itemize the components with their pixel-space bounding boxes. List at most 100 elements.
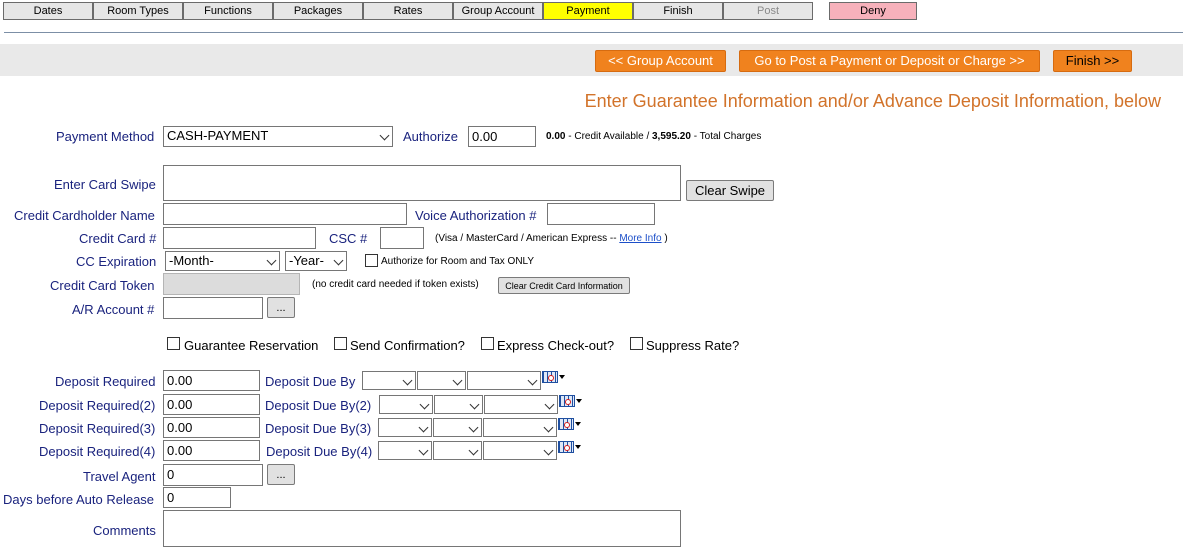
voice-authorization-input[interactable] bbox=[547, 203, 655, 225]
total-charges-value: 3,595.20 bbox=[652, 131, 691, 142]
deposit-required-3-input[interactable]: 0.00 bbox=[163, 417, 260, 438]
expiration-year-select[interactable]: -Year- bbox=[285, 251, 347, 271]
tab-group-account[interactable]: Group Account bbox=[453, 2, 543, 20]
guarantee-reservation-label: Guarantee Reservation bbox=[184, 338, 319, 353]
deposit-due-3-day-select[interactable] bbox=[433, 418, 482, 437]
auto-release-input[interactable]: 0 bbox=[163, 487, 231, 508]
travel-agent-lookup-button[interactable]: ... bbox=[267, 464, 295, 485]
authorize-room-tax-checkbox[interactable] bbox=[365, 254, 378, 267]
back-group-account-button[interactable]: << Group Account bbox=[595, 50, 726, 72]
deposit-due-4-day-select[interactable] bbox=[433, 441, 482, 460]
chevron-down-icon bbox=[418, 445, 429, 456]
chevron-down-icon bbox=[266, 255, 277, 266]
credit-available-text: - Credit Available / bbox=[568, 131, 650, 142]
credit-available-value: 0.00 bbox=[546, 131, 566, 142]
card-token-label: Credit Card Token bbox=[50, 278, 155, 293]
deposit-due-day-select[interactable] bbox=[417, 371, 466, 390]
deposit-required-4-input[interactable]: 0.00 bbox=[163, 440, 260, 461]
clear-swipe-button[interactable]: Clear Swipe bbox=[686, 180, 774, 201]
deposit-required-3-label: Deposit Required(3) bbox=[39, 421, 156, 436]
more-info-link[interactable]: More Info bbox=[619, 233, 661, 244]
send-confirmation-checkbox[interactable] bbox=[334, 337, 347, 350]
travel-agent-input[interactable]: 0 bbox=[163, 464, 263, 486]
clear-card-info-button[interactable]: Clear Credit Card Information bbox=[498, 277, 630, 294]
tab-packages[interactable]: Packages bbox=[273, 2, 363, 20]
finish-button[interactable]: Finish >> bbox=[1053, 50, 1132, 72]
card-swipe-textarea[interactable] bbox=[163, 165, 681, 201]
authorize-room-tax-label: Authorize for Room and Tax ONLY bbox=[381, 256, 535, 267]
total-charges-text: - Total Charges bbox=[693, 131, 762, 142]
token-note: (no credit card needed if token exists) bbox=[312, 279, 479, 290]
calendar-icon[interactable] bbox=[542, 371, 565, 385]
card-types-close: ) bbox=[664, 233, 668, 244]
chevron-down-icon bbox=[419, 399, 430, 410]
tab-finish[interactable]: Finish bbox=[633, 2, 723, 20]
expiration-year-value: -Year- bbox=[289, 253, 324, 268]
tab-dates[interactable]: Dates bbox=[3, 2, 93, 20]
expiration-month-value: -Month- bbox=[169, 253, 214, 268]
card-number-label: Credit Card # bbox=[79, 231, 157, 246]
calendar-icon[interactable] bbox=[559, 395, 582, 409]
deposit-due-2-year-select[interactable] bbox=[484, 395, 558, 414]
calendar-icon[interactable] bbox=[558, 441, 581, 455]
express-checkout-checkbox[interactable] bbox=[481, 337, 494, 350]
suppress-rate-checkbox[interactable] bbox=[630, 337, 643, 350]
csc-label: CSC # bbox=[329, 231, 368, 246]
tab-functions[interactable]: Functions bbox=[183, 2, 273, 20]
express-checkout-label: Express Check-out? bbox=[497, 338, 615, 353]
tab-deny[interactable]: Deny bbox=[829, 2, 917, 20]
chevron-down-icon bbox=[418, 422, 429, 433]
deposit-due-2-month-select[interactable] bbox=[379, 395, 433, 414]
tab-rates[interactable]: Rates bbox=[363, 2, 453, 20]
chevron-down-icon bbox=[402, 375, 413, 386]
card-number-input[interactable] bbox=[163, 227, 316, 249]
authorize-amount-input[interactable]: 0.00 bbox=[468, 126, 536, 147]
deposit-due-4-month-select[interactable] bbox=[378, 441, 432, 460]
guarantee-reservation-checkbox[interactable] bbox=[167, 337, 180, 350]
chevron-down-icon bbox=[468, 422, 479, 433]
deposit-due-by-4-label: Deposit Due By(4) bbox=[266, 444, 373, 459]
payment-method-value: CASH-PAYMENT bbox=[167, 128, 269, 143]
calendar-icon[interactable] bbox=[558, 418, 581, 432]
payment-method-select[interactable]: CASH-PAYMENT bbox=[163, 126, 393, 147]
comments-textarea[interactable] bbox=[163, 510, 681, 547]
header-divider bbox=[4, 32, 1183, 33]
deposit-due-2-day-select[interactable] bbox=[434, 395, 483, 414]
ar-account-lookup-button[interactable]: ... bbox=[267, 297, 295, 318]
authorize-label: Authorize bbox=[403, 129, 458, 144]
csc-input[interactable] bbox=[380, 227, 424, 249]
cardholder-name-input[interactable] bbox=[163, 203, 407, 225]
expiration-month-select[interactable]: -Month- bbox=[165, 251, 280, 271]
deposit-due-by-label: Deposit Due By bbox=[265, 374, 356, 389]
post-payment-button[interactable]: Go to Post a Payment or Deposit or Charg… bbox=[739, 50, 1040, 72]
cardholder-name-label: Credit Cardholder Name bbox=[14, 208, 155, 223]
deposit-due-3-month-select[interactable] bbox=[378, 418, 432, 437]
chevron-down-icon bbox=[543, 422, 554, 433]
deposit-required-2-input[interactable]: 0.00 bbox=[163, 394, 260, 415]
chevron-down-icon bbox=[333, 255, 344, 266]
travel-agent-label: Travel Agent bbox=[83, 469, 156, 484]
deposit-due-year-select[interactable] bbox=[467, 371, 541, 390]
card-token-input bbox=[163, 273, 300, 295]
deposit-due-month-select[interactable] bbox=[362, 371, 416, 390]
credit-summary: 0.00 - Credit Available / 3,595.20 - Tot… bbox=[546, 131, 761, 142]
deposit-due-3-year-select[interactable] bbox=[483, 418, 557, 437]
ar-account-input[interactable] bbox=[163, 297, 263, 319]
page-title: Enter Guarantee Information and/or Advan… bbox=[584, 91, 1161, 111]
voice-authorization-label: Voice Authorization # bbox=[415, 208, 537, 223]
card-types-text: (Visa / MasterCard / American Express -- bbox=[435, 233, 617, 244]
payment-method-label: Payment Method bbox=[56, 129, 155, 144]
auto-release-label: Days before Auto Release bbox=[3, 492, 155, 507]
tab-post: Post bbox=[723, 2, 813, 20]
tab-payment[interactable]: Payment bbox=[543, 2, 633, 20]
card-types-note: (Visa / MasterCard / American Express --… bbox=[435, 233, 668, 244]
deposit-due-by-2-label: Deposit Due By(2) bbox=[265, 398, 372, 413]
suppress-rate-label: Suppress Rate? bbox=[646, 338, 740, 353]
chevron-down-icon bbox=[468, 445, 479, 456]
cc-expiration-label: CC Expiration bbox=[76, 254, 157, 269]
tab-room-types[interactable]: Room Types bbox=[93, 2, 183, 20]
deposit-required-input[interactable]: 0.00 bbox=[163, 370, 260, 391]
deposit-due-4-year-select[interactable] bbox=[483, 441, 557, 460]
card-swipe-label: Enter Card Swipe bbox=[54, 177, 156, 192]
deposit-required-4-label: Deposit Required(4) bbox=[39, 444, 156, 459]
